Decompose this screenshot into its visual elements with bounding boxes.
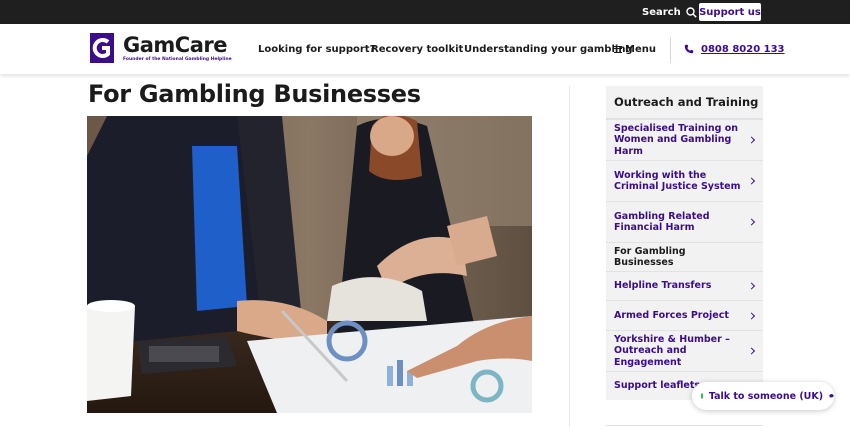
chevron-right-icon	[747, 218, 756, 226]
helpline-phone-link[interactable]: 0808 8020 133	[684, 24, 785, 74]
sidebar-divider	[606, 425, 763, 426]
sidebar-item-label: Yorkshire & Humber – Outreach and Engage…	[614, 333, 730, 368]
sidebar-item-yorkshire-humber[interactable]: Yorkshire & Humber – Outreach and Engage…	[606, 330, 763, 371]
chevron-right-icon	[747, 177, 756, 185]
hero-image	[87, 116, 532, 413]
menu-button[interactable]: Menu	[614, 24, 656, 74]
support-us-button[interactable]: Support us	[699, 3, 761, 21]
gamcare-logo[interactable]: GamCare Founder of the National Gambling…	[86, 30, 232, 66]
search-label: Search	[642, 6, 681, 18]
hamburger-icon	[614, 45, 622, 53]
nav-looking-for-support[interactable]: Looking for support?	[258, 24, 375, 74]
chevron-right-icon	[747, 136, 756, 144]
chevron-right-icon	[747, 347, 756, 355]
site-header: GamCare Founder of the National Gambling…	[0, 24, 850, 74]
sidebar-item-label: Helpline Transfers	[614, 280, 712, 292]
sidebar-item-label: Gambling Related Financial Harm	[614, 210, 710, 234]
sidebar-item-helpline-transfers[interactable]: Helpline Transfers	[606, 271, 763, 300]
phone-icon	[684, 44, 694, 54]
menu-label: Menu	[625, 43, 656, 55]
chevron-right-icon	[747, 311, 756, 320]
sidebar-item-financial-harm[interactable]: Gambling Related Financial Harm	[606, 201, 763, 242]
search-link[interactable]: Search	[642, 0, 697, 24]
header-divider	[670, 37, 671, 63]
page-title: For Gambling Businesses	[88, 80, 421, 108]
sidebar-item-gambling-businesses[interactable]: For Gambling Businesses	[606, 242, 763, 271]
online-status-dot	[701, 393, 703, 399]
section-sidebar: Outreach and Training Specialised Traini…	[606, 86, 763, 400]
sidebar-item-label: Specialised Training on Women and Gambli…	[614, 122, 739, 157]
sidebar-item-label: Support leaflets	[614, 380, 701, 392]
logo-name: GamCare	[123, 33, 227, 57]
logo-tagline: Founder of the National Gambling Helplin…	[123, 57, 232, 62]
content-divider	[569, 86, 570, 427]
chat-label: Talk to someone (UK)	[708, 390, 824, 402]
nav-recovery-toolkit[interactable]: Recovery toolkit	[371, 24, 463, 74]
phone-number: 0808 8020 133	[701, 43, 785, 55]
chevron-right-icon	[747, 282, 756, 290]
hero-photo-illustration	[87, 116, 532, 413]
sidebar-item-women-gambling-harm[interactable]: Specialised Training on Women and Gambli…	[606, 119, 763, 160]
sidebar-item-label: Armed Forces Project	[614, 309, 729, 321]
sidebar-item-label: For Gambling Businesses	[614, 245, 686, 269]
talk-to-someone-button[interactable]: Talk to someone (UK)	[692, 382, 834, 410]
sidebar-item-armed-forces[interactable]: Armed Forces Project	[606, 300, 763, 330]
top-utility-bar: Search Support us	[0, 0, 850, 24]
sidebar-heading: Outreach and Training	[606, 86, 763, 119]
sidebar-item-label: Working with the Criminal Justice System	[614, 169, 741, 193]
gamcare-logo-mark	[90, 33, 114, 63]
nav-understanding-gambling[interactable]: Understanding your gambling	[464, 24, 633, 74]
chat-bubble-icon	[829, 394, 834, 398]
sidebar-item-criminal-justice[interactable]: Working with the Criminal Justice System	[606, 160, 763, 201]
search-icon	[686, 6, 697, 18]
